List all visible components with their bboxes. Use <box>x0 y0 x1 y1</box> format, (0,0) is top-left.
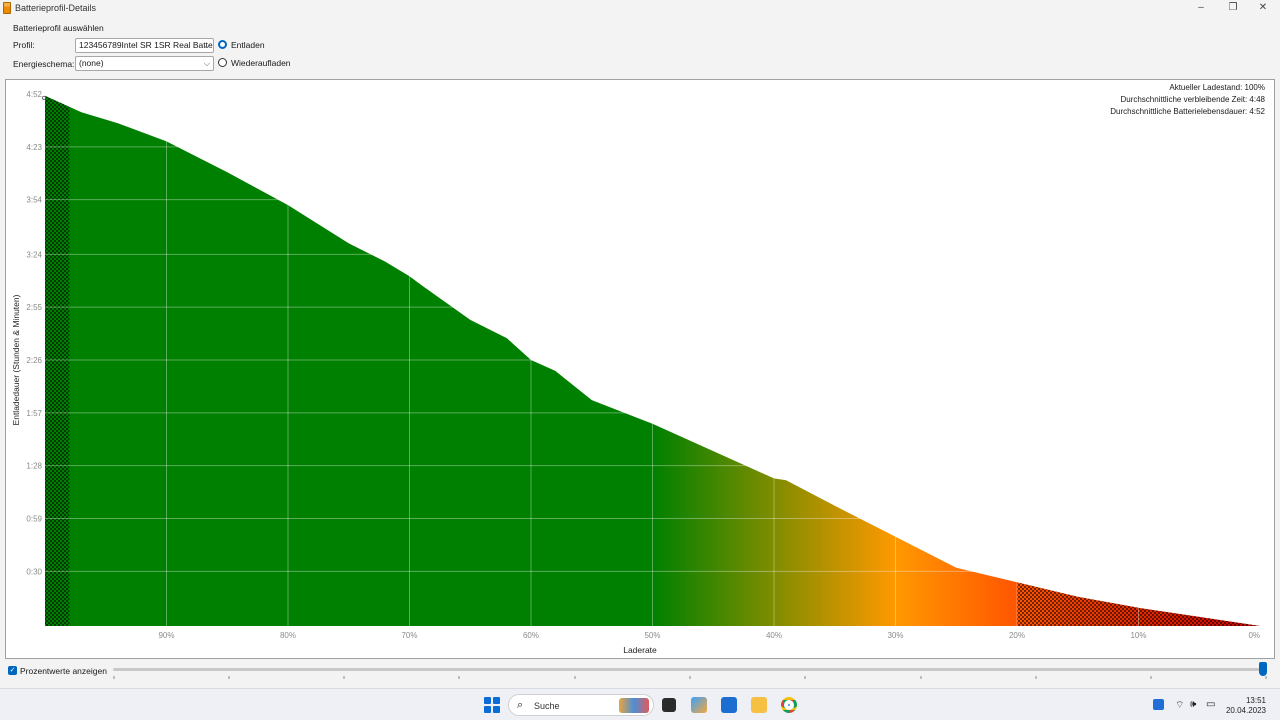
clock-time[interactable]: 13:51 <box>1236 696 1266 705</box>
scheme-combobox-value: (none) <box>79 58 104 68</box>
chevron-down-icon: ⌵ <box>203 41 210 50</box>
taskbar-search-placeholder: Suche <box>534 701 560 711</box>
y-tick-label: 2:26 <box>26 356 42 365</box>
x-tick-label: 80% <box>280 631 296 640</box>
avg-remaining-text: Durchschnittliche verbleibende Zeit: 4:4… <box>1120 95 1265 104</box>
battery-icon[interactable]: ▭ <box>1206 699 1215 710</box>
search-icon: ⌕ <box>517 699 524 711</box>
task-view-icon[interactable] <box>662 698 676 712</box>
battery-chart-svg: 4:52 4:23 3:54 3:24 2:55 2:26 1:57 1:28 0:59 0:30… <box>11 90 1260 655</box>
windows-start-icon[interactable] <box>484 697 500 713</box>
scheme-combobox[interactable]: (none) ⌵ <box>75 56 214 71</box>
zoom-slider-track[interactable] <box>113 668 1267 671</box>
x-tick-label: 30% <box>887 631 903 640</box>
microsoft-store-icon[interactable] <box>721 697 737 713</box>
y-tick-label: 2:55 <box>26 303 42 312</box>
taskbar-search[interactable]: ⌕ Suche <box>508 694 654 716</box>
x-tick-label: 60% <box>523 631 539 640</box>
wifi-icon[interactable]: ⌔ <box>1175 699 1184 712</box>
x-tick-label: 50% <box>644 631 660 640</box>
slider-ticks <box>113 676 1267 679</box>
y-tick-label: 3:54 <box>26 196 42 205</box>
y-tick-label: 1:57 <box>26 409 42 418</box>
battery-chart: 4:52 4:23 3:54 3:24 2:55 2:26 1:57 1:28 0:59 0:30… <box>5 79 1275 659</box>
x-tick-label: 20% <box>1009 631 1025 640</box>
x-tick-label: 40% <box>766 631 782 640</box>
volume-icon[interactable]: 🕪 <box>1190 699 1196 710</box>
y-axis-label: Entladedauer (Stunden & Minuten) <box>11 294 21 425</box>
x-tick-label: 90% <box>158 631 174 640</box>
search-highlight-icon <box>619 698 649 713</box>
x-tick-label: 70% <box>401 631 417 640</box>
avg-life-text: Durchschnittliche Batterielebensdauer: 4… <box>1110 107 1265 116</box>
snipping-tool-icon[interactable] <box>691 697 707 713</box>
show-percent-checkbox[interactable]: ✓ <box>8 666 17 675</box>
y-tick-label: 0:59 <box>26 515 42 524</box>
bottom-controls: ✓ Prozentwerte anzeigen <box>0 660 1280 686</box>
profile-label: Profil: <box>13 40 35 50</box>
taskbar: ⌕ Suche ⌔ 🕪 ▭ 13:51 20.04.2023 <box>0 688 1280 720</box>
y-tick-label: 1:28 <box>26 462 42 471</box>
discharge-radio[interactable] <box>218 40 227 49</box>
y-tick-label: 3:24 <box>26 250 42 259</box>
minimize-button[interactable]: – <box>1186 0 1216 16</box>
restore-button[interactable]: ❐ <box>1218 0 1248 16</box>
close-button[interactable]: ✕ <box>1248 0 1278 16</box>
profile-group-label: Batterieprofil auswählen <box>13 23 104 33</box>
clock-date[interactable]: 20.04.2023 <box>1222 706 1266 715</box>
x-axis-label: Laderate <box>623 645 657 655</box>
show-percent-label[interactable]: Prozentwerte anzeigen <box>20 666 107 676</box>
x-tick-label: 10% <box>1130 631 1146 640</box>
discharge-radio-label[interactable]: Entladen <box>231 40 265 50</box>
zoom-slider-thumb[interactable] <box>1259 662 1267 676</box>
battery-app-icon <box>3 2 11 14</box>
title-bar: Batterieprofil-Details – ❐ ✕ <box>0 0 1280 16</box>
window-title: Batterieprofil-Details <box>15 3 97 13</box>
profile-combobox[interactable]: 123456789Intel SR 1SR Real Battery ⌵ <box>75 38 214 53</box>
security-shield-icon[interactable] <box>1153 699 1164 710</box>
file-explorer-icon[interactable] <box>751 697 767 713</box>
chrome-icon[interactable] <box>781 697 797 713</box>
y-tick-label: 4:23 <box>26 143 42 152</box>
y-tick-label: 0:30 <box>26 567 42 576</box>
x-tick-label: 0% <box>1248 631 1260 640</box>
hatched-range <box>45 95 70 626</box>
recharge-radio[interactable] <box>218 58 227 67</box>
profile-combobox-value: 123456789Intel SR 1SR Real Battery <box>79 40 214 50</box>
y-tick-label: 4:52 <box>26 90 42 99</box>
recharge-radio-label[interactable]: Wiederaufladen <box>231 58 291 68</box>
current-charge-text: Aktueller Ladestand: 100% <box>1169 83 1265 92</box>
chevron-down-icon: ⌵ <box>203 59 210 68</box>
scheme-label: Energieschema: <box>13 59 75 69</box>
